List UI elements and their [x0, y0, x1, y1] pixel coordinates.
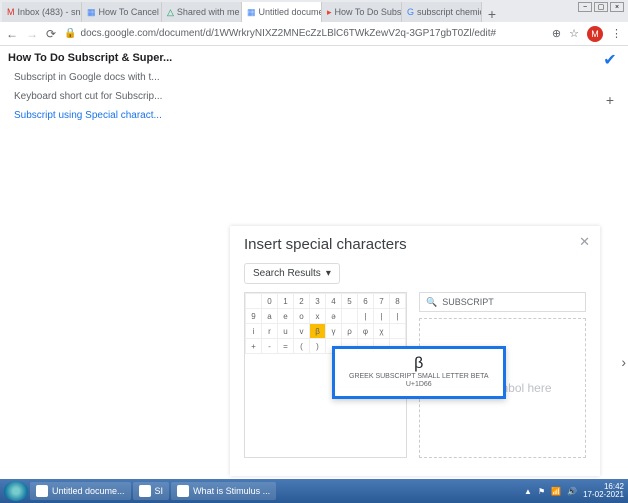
forward-icon[interactable]: →: [26, 27, 38, 41]
character-cell[interactable]: -: [262, 339, 278, 354]
search-input[interactable]: 🔍 SUBSCRIPT: [419, 292, 586, 312]
character-cell[interactable]: (: [294, 339, 310, 354]
chrome-icon: [36, 485, 48, 497]
character-cell[interactable]: u: [278, 324, 294, 339]
new-tab-button[interactable]: +: [482, 6, 502, 22]
flag-icon[interactable]: ⚑: [538, 487, 545, 496]
star-icon[interactable]: ☆: [569, 27, 579, 40]
character-cell[interactable]: [390, 324, 406, 339]
check-icon[interactable]: ✔: [603, 50, 616, 70]
character-cell[interactable]: 3: [310, 294, 326, 309]
word-icon: [177, 485, 189, 497]
tooltip-glyph: β: [349, 355, 489, 373]
reload-icon[interactable]: ⟳: [46, 27, 56, 41]
outline-item[interactable]: Subscript using Special charact...: [4, 106, 184, 125]
character-cell[interactable]: γ: [326, 324, 342, 339]
tray-icon[interactable]: ▲: [524, 487, 532, 496]
character-cell[interactable]: o: [294, 309, 310, 324]
outline-header[interactable]: How To Do Subscript & Super...: [4, 48, 184, 68]
tooltip-code: U+1D66: [349, 381, 489, 389]
close-panel-button[interactable]: ✕: [579, 234, 590, 250]
folder-icon: [139, 485, 151, 497]
add-icon[interactable]: +: [600, 90, 620, 110]
character-cell[interactable]: 2: [294, 294, 310, 309]
character-cell[interactable]: a: [262, 309, 278, 324]
side-panel-icons: ✔ +: [598, 50, 622, 110]
character-cell[interactable]: e: [278, 309, 294, 324]
profile-avatar[interactable]: M: [587, 26, 603, 42]
browser-tab[interactable]: ▸How To Do Subscrip×: [322, 2, 402, 22]
search-icon: 🔍: [426, 297, 437, 308]
browser-tab[interactable]: ▦How To Cancel Your×: [82, 2, 162, 22]
outline-item[interactable]: Subscript in Google docs with t...: [4, 68, 184, 87]
character-cell[interactable]: |: [390, 309, 406, 324]
taskbar-item[interactable]: What is Stimulus ...: [171, 482, 276, 500]
character-tooltip: β GREEK SUBSCRIPT SMALL LETTER BETA U+1D…: [332, 346, 506, 399]
category-dropdown[interactable]: Search Results ▾: [244, 263, 340, 284]
character-cell[interactable]: ): [310, 339, 326, 354]
character-cell[interactable]: β: [310, 324, 326, 339]
character-cell[interactable]: r: [262, 324, 278, 339]
browser-tab[interactable]: Gsubscript chemical e×: [402, 2, 482, 22]
character-cell[interactable]: |: [358, 309, 374, 324]
character-cell[interactable]: ə: [326, 309, 342, 324]
lock-icon: 🔒: [64, 28, 76, 39]
character-cell[interactable]: 6: [358, 294, 374, 309]
document-outline: How To Do Subscript & Super... Subscript…: [4, 46, 184, 127]
address-bar: ← → ⟳ 🔒docs.google.com/document/d/1WWrkr…: [0, 22, 628, 46]
character-cell[interactable]: +: [246, 339, 262, 354]
taskbar-item[interactable]: SI: [133, 482, 170, 500]
browser-tab[interactable]: △Shared with me - Go×: [162, 2, 242, 22]
character-cell[interactable]: x: [310, 309, 326, 324]
network-icon[interactable]: 📶: [551, 487, 561, 496]
character-cell[interactable]: 4: [326, 294, 342, 309]
character-cell[interactable]: 9: [246, 309, 262, 324]
menu-icon[interactable]: ⋮: [611, 27, 622, 40]
character-cell[interactable]: 5: [342, 294, 358, 309]
volume-icon[interactable]: 🔊: [567, 487, 577, 496]
url-field[interactable]: 🔒docs.google.com/document/d/1WWrkryNIXZ2…: [64, 28, 544, 39]
chevron-down-icon: ▾: [326, 268, 331, 279]
document-area: How To Do Subscript & Super... Subscript…: [0, 46, 628, 486]
browser-tab[interactable]: ▦Untitled document -×: [242, 2, 322, 22]
clock[interactable]: 16:42 17-02-2021: [583, 483, 624, 499]
character-cell[interactable]: [342, 309, 358, 324]
character-cell[interactable]: i: [246, 324, 262, 339]
character-cell[interactable]: φ: [358, 324, 374, 339]
character-cell[interactable]: χ: [374, 324, 390, 339]
character-cell[interactable]: 1: [278, 294, 294, 309]
panel-title: Insert special characters: [244, 236, 586, 253]
tooltip-name: GREEK SUBSCRIPT SMALL LETTER BETA: [349, 373, 489, 381]
browser-tab[interactable]: MInbox (483) - snsalel×: [2, 2, 82, 22]
start-button[interactable]: [4, 481, 28, 501]
character-cell[interactable]: =: [278, 339, 294, 354]
character-cell[interactable]: |: [374, 309, 390, 324]
character-cell[interactable]: [246, 294, 262, 309]
outline-item[interactable]: Keyboard short cut for Subscrip...: [4, 87, 184, 106]
character-cell[interactable]: 0: [262, 294, 278, 309]
character-cell[interactable]: 7: [374, 294, 390, 309]
taskbar-item[interactable]: Untitled docume...: [30, 482, 131, 500]
character-cell[interactable]: 8: [390, 294, 406, 309]
character-cell[interactable]: ρ: [342, 324, 358, 339]
windows-taskbar: Untitled docume... SI What is Stimulus .…: [0, 479, 628, 503]
zoom-icon[interactable]: ⊕: [552, 27, 561, 40]
chevron-right-icon[interactable]: ›: [621, 354, 626, 370]
window-controls[interactable]: −▢×: [578, 2, 624, 12]
back-icon[interactable]: ←: [6, 27, 18, 41]
system-tray[interactable]: ▲ ⚑ 📶 🔊 16:42 17-02-2021: [524, 483, 624, 499]
character-cell[interactable]: v: [294, 324, 310, 339]
browser-tabstrip: MInbox (483) - snsalel× ▦How To Cancel Y…: [0, 0, 628, 22]
